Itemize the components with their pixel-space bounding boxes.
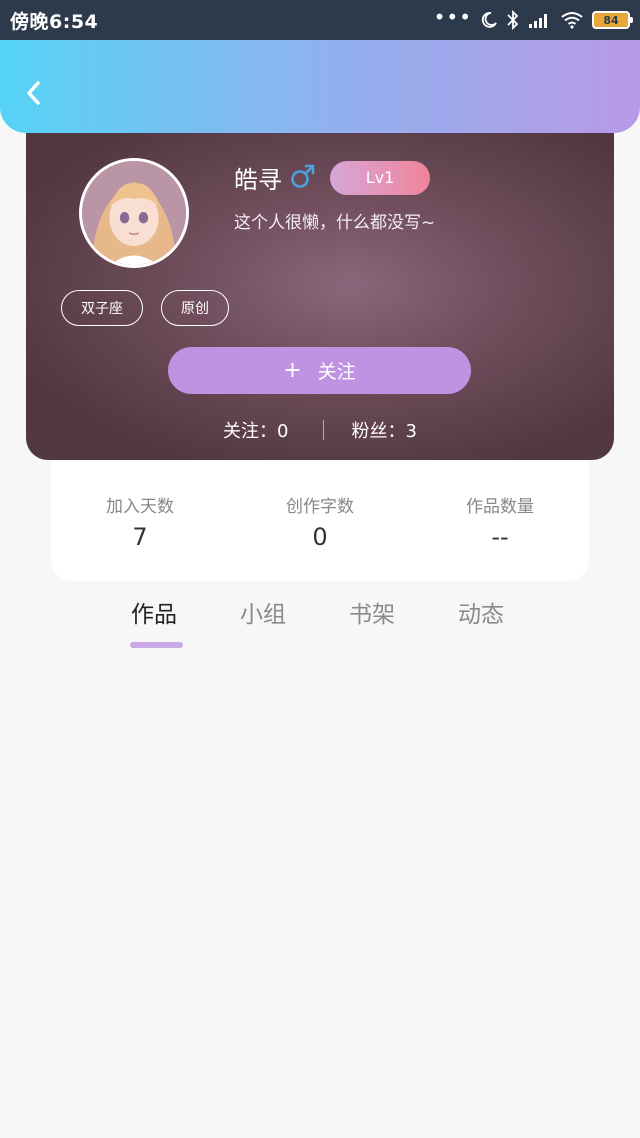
divider [322,420,324,440]
profile-page: 傍晚6:54 ••• 84 皓寻 Lv1 这个人很懒，什么都没写~ 双子座 原创… [0,0,640,1138]
status-time: 傍晚6:54 [10,10,99,33]
more-dots-icon: ••• [433,5,472,29]
following-count[interactable]: 关注：0 [223,417,288,443]
header-bar [0,40,640,133]
username: 皓寻 [234,166,282,194]
tab-groups[interactable]: 小组 [240,595,286,629]
tab-activity[interactable]: 动态 [458,595,504,629]
stats-card: 加入天数 7 创作字数 0 作品数量 -- [51,460,589,581]
stat-label: 作品数量 [466,497,534,517]
back-button[interactable] [18,78,48,108]
tab-bookshelf[interactable]: 书架 [349,595,395,629]
stat-label: 创作字数 [286,497,354,517]
avatar[interactable] [79,158,189,268]
wifi-icon [560,11,584,29]
level-badge: Lv1 [330,160,430,195]
moon-icon [480,11,498,29]
plus-icon: + [283,357,302,383]
name-row: 皓寻 Lv1 [234,160,430,195]
stat-join-days: 加入天数 7 [101,492,179,581]
tag-zodiac: 双子座 [61,290,143,326]
stat-label: 加入天数 [106,497,174,517]
male-icon [290,163,316,193]
bio-text: 这个人很懒，什么都没写~ [234,213,436,233]
follow-button[interactable]: + 关注 [168,347,471,394]
stat-value: 7 [132,523,148,551]
battery-icon: 84 [592,11,633,29]
tag-original: 原创 [161,290,229,326]
profile-card: 皓寻 Lv1 这个人很懒，什么都没写~ 双子座 原创 + 关注 关注：0 粉丝：… [26,110,614,460]
tab-indicator [130,642,183,648]
tab-works[interactable]: 作品 [131,595,177,629]
status-icons: ••• 84 [433,5,633,30]
follow-counts: 关注：0 粉丝：3 [26,415,614,445]
stat-works-count: 作品数量 -- [461,492,539,581]
stat-value: -- [491,523,509,551]
chevron-left-icon [27,81,40,105]
stat-value: 0 [312,523,328,551]
stat-word-count: 创作字数 0 [281,492,359,581]
profile-tabs: 作品 小组 书架 动态 [0,595,640,655]
bluetooth-icon [506,10,520,30]
follow-button-label: 关注 [317,361,356,383]
followers-count[interactable]: 粉丝：3 [352,417,417,443]
status-bar: 傍晚6:54 ••• 84 [0,0,640,40]
signal-icon [528,11,552,29]
